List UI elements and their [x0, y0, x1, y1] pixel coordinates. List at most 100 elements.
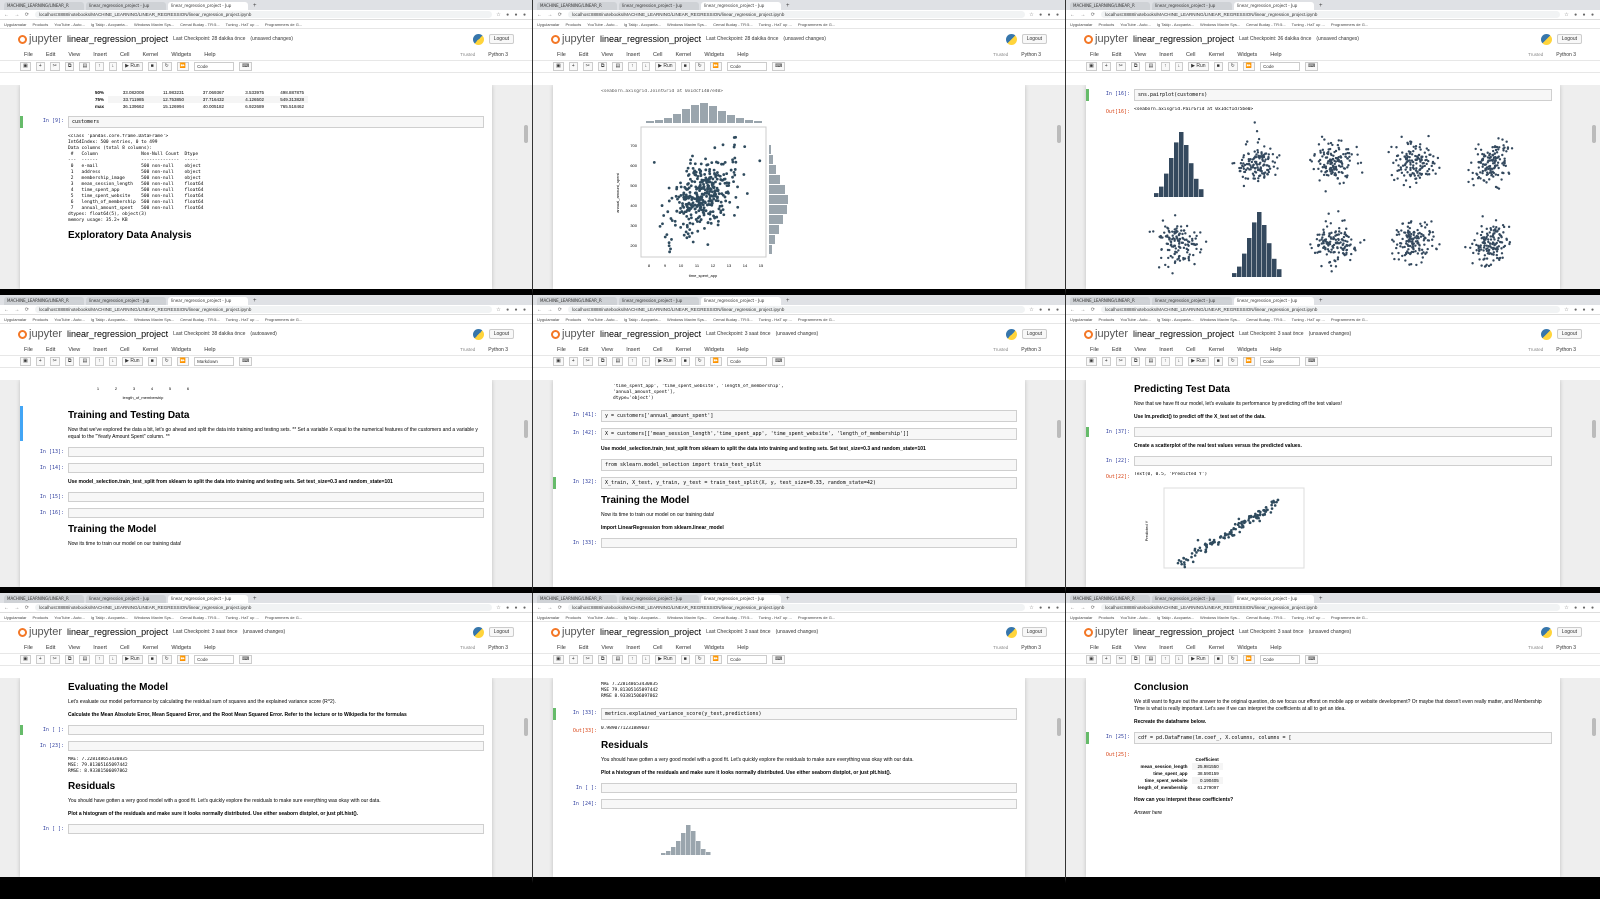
menu-kernel[interactable]: Kernel — [142, 52, 158, 58]
cell-type-select[interactable]: Code — [727, 655, 768, 664]
paste-icon[interactable]: ▤ — [79, 357, 91, 366]
menu-edit[interactable]: Edit — [579, 52, 588, 58]
stop-icon[interactable]: ■ — [680, 62, 690, 71]
jupyter-logo[interactable]: jupyter — [1084, 33, 1128, 45]
jupyter-logo[interactable]: jupyter — [551, 626, 595, 638]
code-cell[interactable]: In [13]: — [28, 447, 484, 457]
trusted-indicator[interactable]: Trusted — [460, 52, 475, 57]
menu-file[interactable]: File — [1090, 347, 1099, 353]
restart-icon[interactable]: ↻ — [1227, 655, 1238, 664]
move-down-icon[interactable]: ↓ — [641, 62, 651, 71]
menu-help[interactable]: Help — [1270, 347, 1281, 353]
bookmark-item[interactable]: Ig Takip - Accpanta... — [91, 317, 128, 322]
notebook-page[interactable]: <seaborn.axisgrid.JointGrid at 0x1dcf140… — [553, 85, 1025, 289]
notebook-name[interactable]: linear_regression_project — [1133, 627, 1234, 637]
bookmark-item[interactable]: Cemal Buday - TR:5... — [180, 317, 220, 322]
cell-input[interactable] — [68, 492, 484, 502]
bookmark-item[interactable]: Windows Maxim Sys... — [1200, 615, 1240, 620]
cell-type-select[interactable]: Code — [194, 62, 235, 71]
cell-input[interactable] — [1134, 427, 1552, 437]
menu-widgets[interactable]: Widgets — [1237, 52, 1257, 58]
keyboard-icon[interactable]: ⌨ — [772, 62, 786, 71]
scrollbar-thumb[interactable] — [1057, 125, 1061, 143]
notebook-page[interactable]: Predicting Test Data Now that we have fit… — [1086, 380, 1560, 587]
bookmark-item[interactable]: Uygulamalar — [4, 22, 26, 27]
menu-view[interactable]: View — [1134, 645, 1146, 651]
menu-kernel[interactable]: Kernel — [675, 52, 691, 58]
add-cell-icon[interactable]: + — [1101, 655, 1111, 664]
bookmark-item[interactable]: Uygulamalar — [4, 615, 26, 620]
stop-icon[interactable]: ■ — [680, 655, 690, 664]
run-button[interactable]: ▶ Run — [122, 357, 143, 366]
move-up-icon[interactable]: ↑ — [1161, 655, 1170, 664]
paste-icon[interactable]: ▤ — [79, 62, 91, 71]
bookmark-item[interactable]: Programmers de G... — [1331, 22, 1368, 27]
notebook-name[interactable]: linear_regression_project — [67, 627, 168, 637]
bookmark-item[interactable]: Uygulamalar — [537, 317, 559, 322]
cell-input[interactable]: from sklearn.model_selection import trai… — [601, 459, 1017, 471]
menu-cell[interactable]: Cell — [1186, 645, 1195, 651]
save-icon[interactable]: ▣ — [20, 357, 31, 366]
menu-insert[interactable]: Insert — [1159, 52, 1173, 58]
menu-cell[interactable]: Cell — [653, 347, 662, 353]
save-icon[interactable]: ▣ — [20, 655, 31, 664]
cell-input[interactable] — [68, 447, 484, 457]
bookmark-item[interactable]: Windows Maxim Sys... — [134, 615, 174, 620]
browser-tab[interactable]: linear_regression_project - Jup — [86, 297, 166, 305]
restart-icon[interactable]: ↻ — [161, 62, 172, 71]
restart-run-icon[interactable]: ⏩ — [176, 655, 190, 664]
bookmark-item[interactable]: Cemal Buday - TR:5... — [713, 615, 753, 620]
cell-input[interactable]: customers — [68, 116, 484, 128]
stop-icon[interactable]: ■ — [147, 357, 157, 366]
bookmark-item[interactable]: Programmers de G... — [798, 22, 835, 27]
bookmark-item[interactable]: Tuning - HaT up ... — [226, 317, 259, 322]
menu-view[interactable]: View — [1134, 52, 1146, 58]
move-down-icon[interactable]: ↓ — [108, 62, 118, 71]
jupyter-logo[interactable]: jupyter — [18, 33, 62, 45]
restart-icon[interactable]: ↻ — [1227, 357, 1238, 366]
run-button[interactable]: ▶ Run — [1188, 62, 1209, 71]
scrollbar-thumb[interactable] — [1057, 420, 1061, 438]
code-cell[interactable]: In [16]: — [28, 508, 484, 518]
nav-arrows-icon[interactable]: ← → ⟳ — [1070, 12, 1097, 18]
bookmark-item[interactable]: Windows Maxim Sys... — [134, 317, 174, 322]
cell-type-select[interactable]: Code — [727, 62, 768, 71]
code-cell[interactable]: In [32]: X_train, X_test, y_train, y_test… — [553, 477, 1017, 489]
run-button[interactable]: ▶ Run — [655, 655, 676, 664]
browser-tab[interactable]: MACHINE_LEARNING/LINEAR_R — [4, 595, 84, 603]
stop-icon[interactable]: ■ — [1213, 62, 1223, 71]
menu-widgets[interactable]: Widgets — [704, 52, 724, 58]
logout-button[interactable]: Logout — [1556, 34, 1582, 44]
menu-help[interactable]: Help — [204, 645, 215, 651]
menu-edit[interactable]: Edit — [46, 347, 55, 353]
menu-kernel[interactable]: Kernel — [1208, 347, 1224, 353]
code-cell[interactable]: In [14]: — [28, 463, 484, 473]
menu-view[interactable]: View — [601, 52, 613, 58]
new-tab-icon[interactable]: + — [250, 595, 260, 603]
bookmark-item[interactable]: Windows Maxim Sys... — [1200, 317, 1240, 322]
menu-file[interactable]: File — [24, 645, 33, 651]
menu-insert[interactable]: Insert — [93, 52, 107, 58]
menu-file[interactable]: File — [1090, 52, 1099, 58]
bookmark-item[interactable]: Tuning - HaT up ... — [226, 22, 259, 27]
notebook-page[interactable]: MAE 7.228148653430835 MSE 79.81305165097… — [553, 678, 1025, 877]
bookmark-item[interactable]: Tuning - HaT up ... — [759, 22, 792, 27]
cell-input[interactable] — [68, 508, 484, 518]
bookmark-item[interactable]: Cemal Buday - TR:5... — [180, 615, 220, 620]
browser-tab[interactable]: MACHINE_LEARNING/LINEAR_R — [1070, 297, 1150, 305]
bookmark-item[interactable]: Ig Takip - Accpanta... — [1157, 615, 1194, 620]
menu-file[interactable]: File — [24, 52, 33, 58]
menu-cell[interactable]: Cell — [1186, 347, 1195, 353]
browser-tab[interactable]: linear_regression_project - Jup — [1152, 297, 1232, 305]
bookmark-item[interactable]: Windows Maxim Sys... — [1200, 22, 1240, 27]
bookmark-item[interactable]: Tuning - HaT up ... — [759, 615, 792, 620]
logout-button[interactable]: Logout — [1021, 627, 1047, 637]
code-cell[interactable]: In [23]: — [28, 741, 484, 751]
browser-tab[interactable]: linear_regression_project - Jup — [619, 2, 699, 10]
nav-arrows-icon[interactable]: ← → ⟳ — [537, 12, 564, 18]
menu-edit[interactable]: Edit — [46, 52, 55, 58]
nav-arrows-icon[interactable]: ← → ⟳ — [4, 605, 31, 611]
restart-run-icon[interactable]: ⏩ — [709, 62, 723, 71]
menu-kernel[interactable]: Kernel — [675, 645, 691, 651]
bookmark-item[interactable]: Products — [1098, 615, 1114, 620]
